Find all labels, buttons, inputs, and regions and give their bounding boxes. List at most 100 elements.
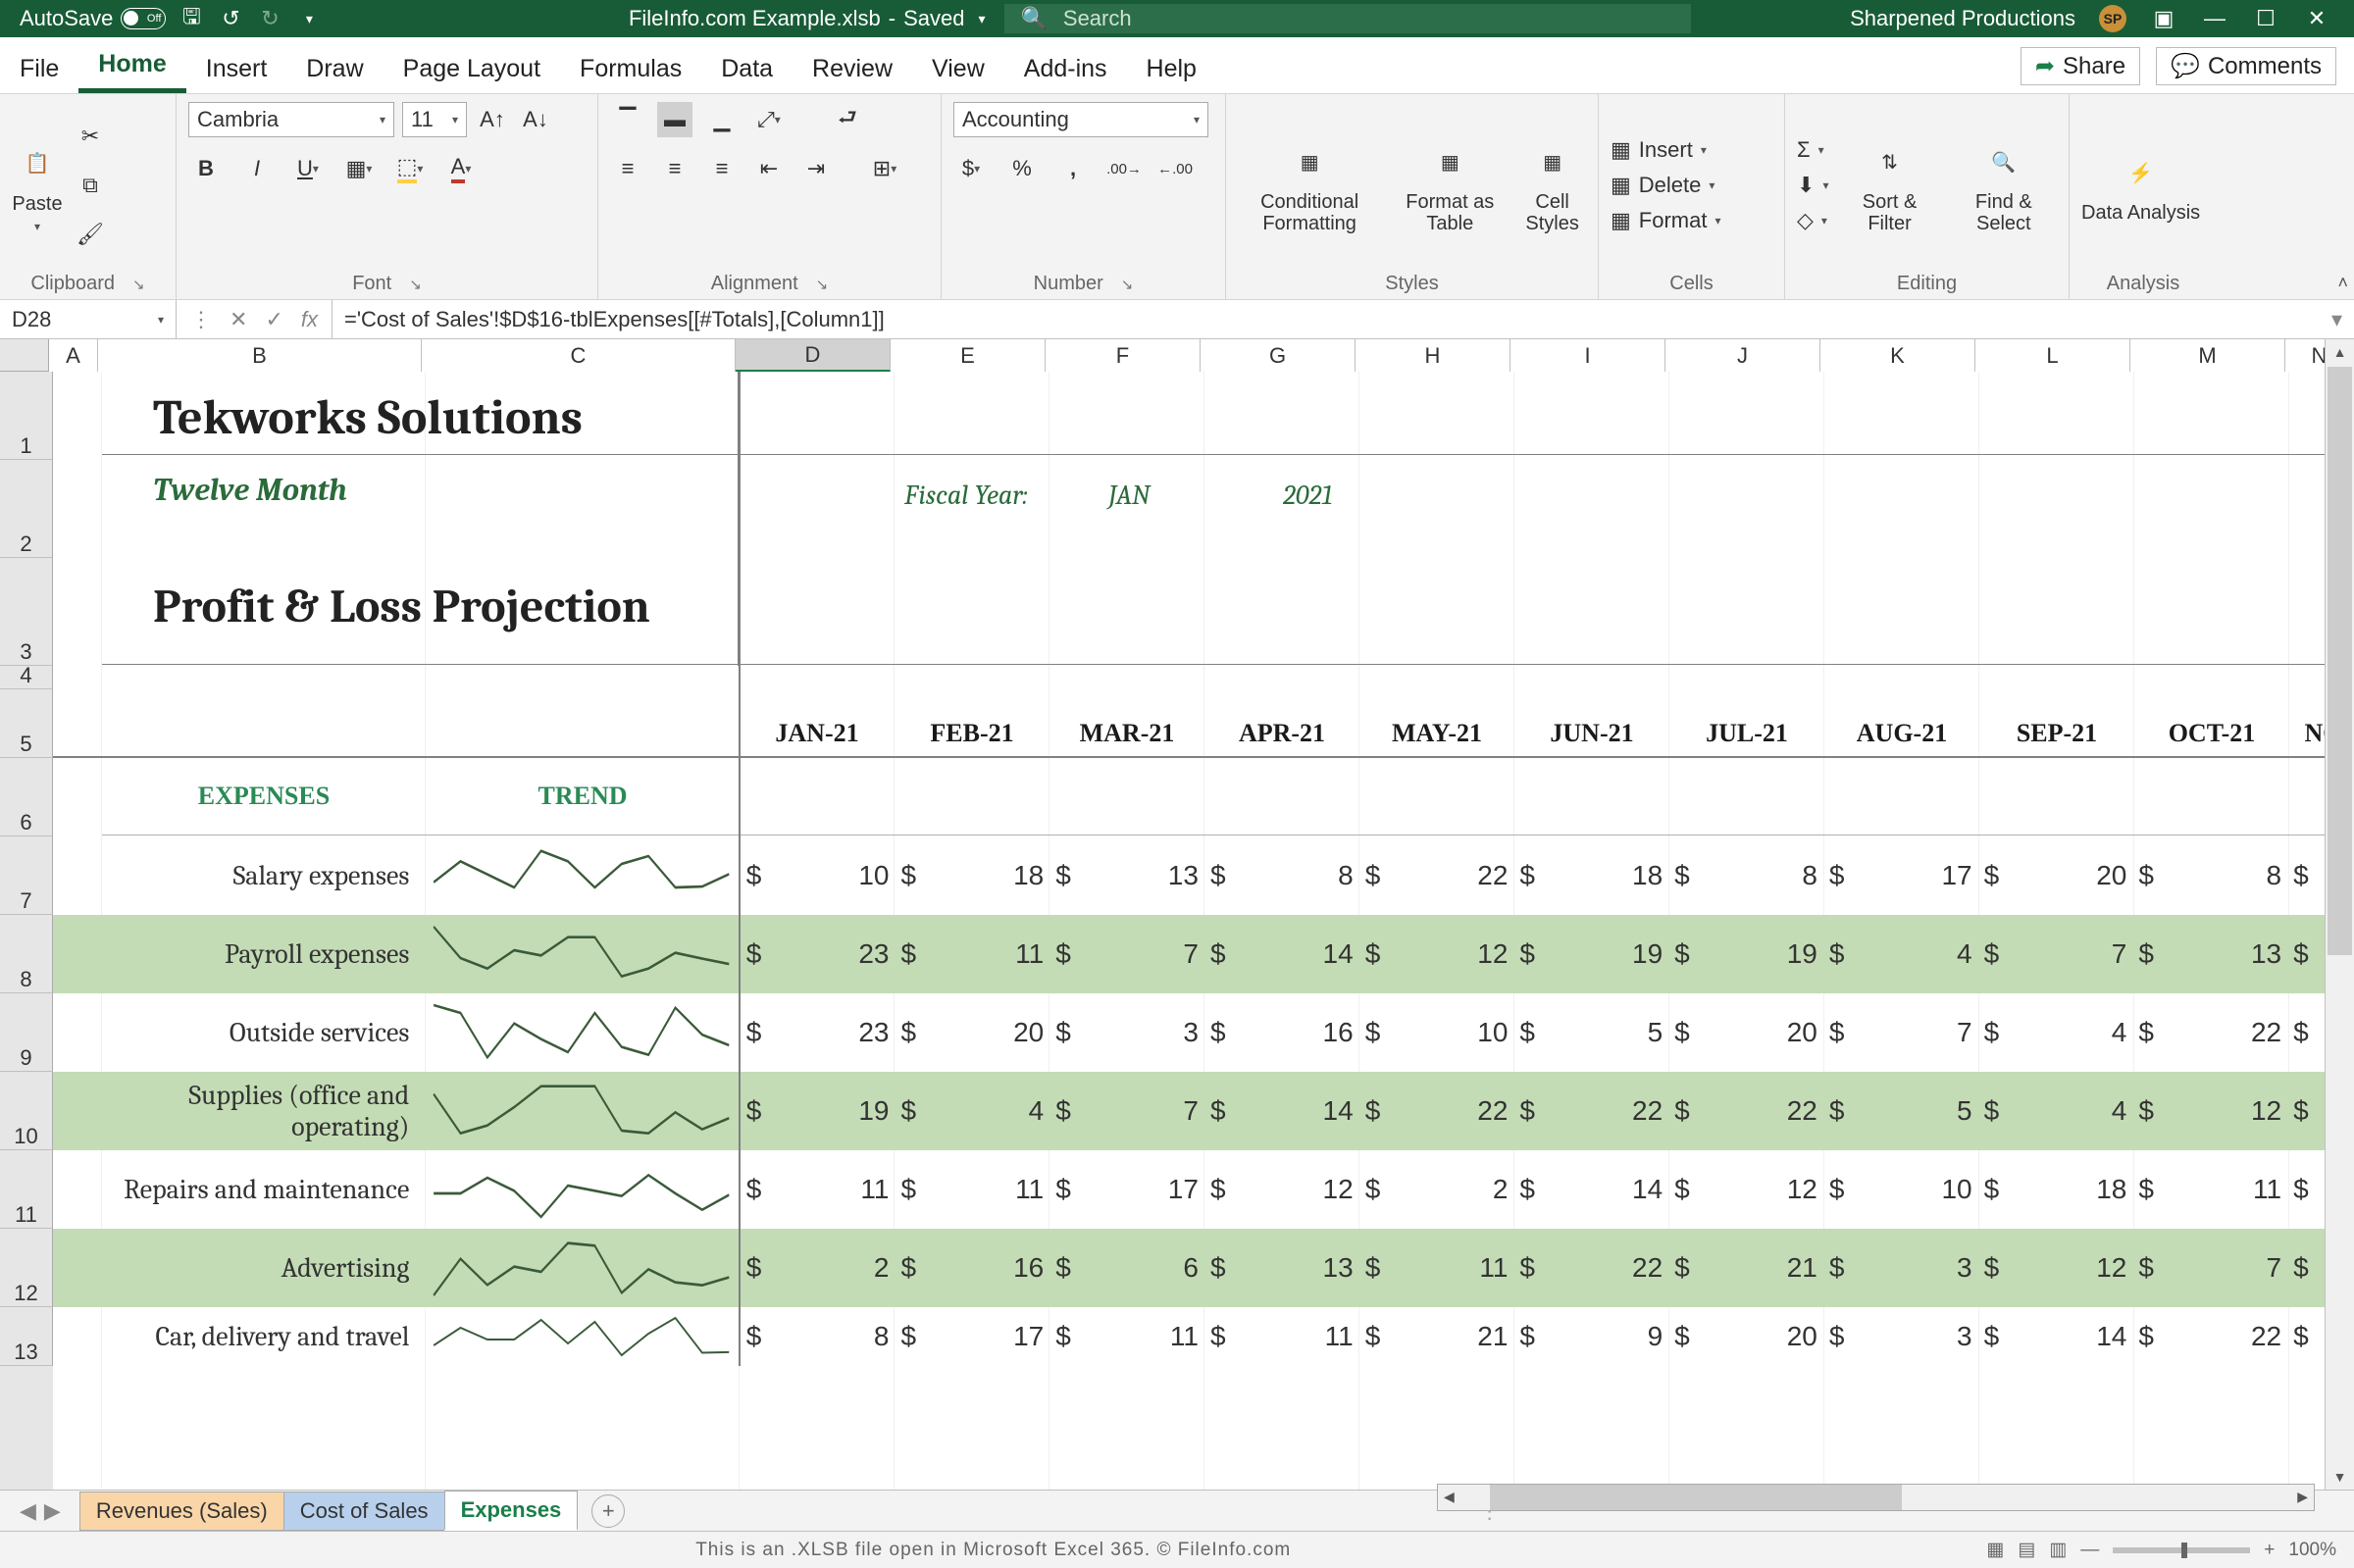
cell-value[interactable]: $3 [1821,1307,1976,1366]
tab-view[interactable]: View [912,41,1004,93]
row-header-5[interactable]: 5 [0,689,53,758]
cell-value[interactable]: $22 [1511,1072,1666,1150]
cell-value[interactable]: $8 [1203,836,1357,915]
cell-styles-button[interactable]: ▦Cell Styles [1518,136,1586,234]
cell-value[interactable]: $4 [1821,915,1976,993]
cell-value[interactable]: $9 [1511,1307,1666,1366]
cell-value[interactable]: $17 [893,1307,1048,1366]
row-header-7[interactable]: 7 [0,836,53,915]
col-header-G[interactable]: G [1201,339,1356,372]
tab-file[interactable]: File [0,41,78,93]
decrease-decimal-icon[interactable]: ←.00 [1157,151,1193,186]
cell-value[interactable]: $20 [1666,1307,1821,1366]
fb-dropdown-icon[interactable]: ⋮ [190,307,212,332]
row-header-6[interactable]: 6 [0,758,53,836]
cancel-formula-icon[interactable]: ✕ [230,307,247,332]
cell-value[interactable]: $22 [1666,1072,1821,1150]
orientation-icon[interactable]: ⤢▾ [751,102,787,137]
col-header-M[interactable]: M [2130,339,2285,372]
row-header-10[interactable]: 10 [0,1072,53,1150]
launcher-icon[interactable]: ↘ [391,277,422,293]
ribbon-display-icon[interactable]: ▣ [2150,5,2177,32]
maximize-icon[interactable]: ☐ [2252,5,2279,32]
cell-value[interactable]: $8 [2130,836,2285,915]
number-format-select[interactable]: Accounting▾ [953,102,1208,137]
row-header-4[interactable]: 4 [0,666,53,689]
currency-icon[interactable]: $▾ [953,151,989,186]
underline-button[interactable]: U▾ [290,151,326,186]
name-box[interactable]: D28▾ [0,300,177,338]
cell-value[interactable]: $23 [739,915,894,993]
insert-cells-button[interactable]: ▦Insert▾ [1611,137,1721,163]
cell-value[interactable]: $11 [893,1150,1048,1229]
sort-filter-button[interactable]: ⇅Sort & Filter [1842,136,1936,234]
new-sheet-button[interactable]: + [591,1494,625,1528]
cell-value[interactable]: $3 [1821,1229,1976,1307]
zoom-level[interactable]: 100% [2288,1540,2336,1561]
row-header-2[interactable]: 2 [0,460,53,558]
align-left-icon[interactable]: ≡ [610,151,645,186]
formula-input[interactable]: ='Cost of Sales'!$D$16-tblExpenses[[#Tot… [333,307,2320,332]
redo-icon[interactable]: ↻ [256,5,283,32]
percent-icon[interactable]: % [1004,151,1040,186]
font-size-select[interactable]: 11▾ [402,102,467,137]
cell-value[interactable]: $5 [1821,1072,1976,1150]
cell-value[interactable]: $20 [1666,993,1821,1072]
enter-formula-icon[interactable]: ✓ [265,307,282,332]
tab-draw[interactable]: Draw [286,41,383,93]
cell-value[interactable]: $10 [739,836,894,915]
cell-value[interactable]: $12 [2130,1072,2285,1150]
row-header-3[interactable]: 3 [0,558,53,666]
cell-value[interactable]: $22 [1357,836,1512,915]
format-cells-button[interactable]: ▦Format▾ [1611,208,1721,233]
page-break-view-icon[interactable]: ▥ [2049,1539,2067,1561]
comments-button[interactable]: 💬Comments [2156,47,2336,85]
scroll-left-icon[interactable]: ◀ [1438,1489,1460,1505]
cell-value[interactable]: $7 [1048,915,1203,993]
share-button[interactable]: ➦Share [2021,47,2140,85]
tab-home[interactable]: Home [78,36,185,93]
row-header-12[interactable]: 12 [0,1229,53,1307]
cell-value[interactable]: $10 [1357,993,1512,1072]
col-header-K[interactable]: K [1820,339,1975,372]
zoom-in-icon[interactable]: + [2264,1540,2275,1561]
increase-font-icon[interactable]: A↑ [475,102,510,137]
cell-value[interactable]: $10 [1821,1150,1976,1229]
wrap-text-icon[interactable]: ⮐ [830,102,865,137]
cell-value[interactable]: $11 [1203,1307,1357,1366]
select-all-corner[interactable] [0,339,49,372]
page-layout-view-icon[interactable]: ▤ [2018,1539,2035,1561]
account-avatar[interactable]: SP [2099,5,2126,32]
cell-value[interactable]: $17 [1048,1150,1203,1229]
cell-value[interactable]: $18 [1976,1150,2131,1229]
cell-value[interactable]: $22 [2130,1307,2285,1366]
cell-value[interactable]: $5 [1511,993,1666,1072]
font-color-button[interactable]: A▾ [443,151,479,186]
close-icon[interactable]: ✕ [2303,5,2330,32]
tab-page-layout[interactable]: Page Layout [384,41,560,93]
cell-value[interactable]: $11 [739,1150,894,1229]
cell-value[interactable]: $20 [893,993,1048,1072]
find-select-button[interactable]: 🔍Find & Select [1951,136,2057,234]
col-header-F[interactable]: F [1046,339,1201,372]
scroll-down-icon[interactable]: ▼ [2326,1464,2354,1490]
col-header-D[interactable]: D [736,339,891,372]
cell-value[interactable]: $12 [1357,915,1512,993]
fill-button[interactable]: ⬇▾ [1797,173,1828,198]
cell-value[interactable]: $22 [1511,1229,1666,1307]
save-icon[interactable]: 🖫 [178,5,205,32]
border-button[interactable]: ▦▾ [341,151,377,186]
tab-formulas[interactable]: Formulas [560,41,701,93]
row-header-8[interactable]: 8 [0,915,53,993]
col-header-B[interactable]: B [98,339,422,372]
scroll-up-icon[interactable]: ▲ [2326,339,2354,365]
col-header-H[interactable]: H [1356,339,1510,372]
copy-icon[interactable]: ⧉ [73,168,108,203]
horizontal-scrollbar[interactable]: ◀ ▶ [1437,1484,2315,1511]
increase-indent-icon[interactable]: ⇥ [798,151,834,186]
minimize-icon[interactable]: — [2201,5,2228,32]
comma-icon[interactable]: , [1055,151,1091,186]
delete-cells-button[interactable]: ▦Delete▾ [1611,173,1721,198]
hscroll-thumb[interactable] [1490,1485,1902,1510]
align-center-icon[interactable]: ≡ [657,151,692,186]
